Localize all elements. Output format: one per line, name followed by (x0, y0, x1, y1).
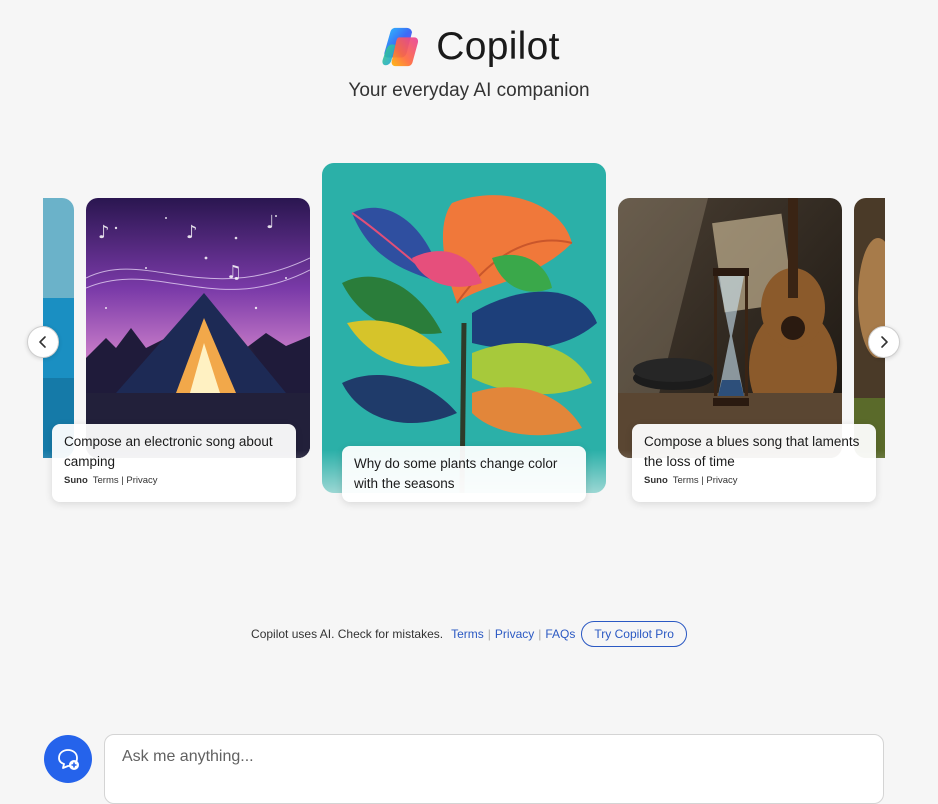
separator: | (538, 627, 542, 641)
caption-prompt-text: Compose a blues song that laments the lo… (644, 434, 860, 469)
chevron-right-icon (881, 336, 888, 348)
carousel-next-button[interactable] (868, 326, 900, 358)
new-topic-chat-icon (58, 749, 79, 770)
carousel-card-camping-song[interactable]: ♪ ♫ ♩ ♪ (86, 198, 310, 458)
privacy-link[interactable]: Privacy (126, 475, 157, 486)
svg-text:♪: ♪ (98, 222, 110, 243)
card-caption-blues-song[interactable]: Compose a blues song that laments the lo… (632, 424, 876, 502)
svg-text:♩: ♩ (266, 212, 275, 233)
new-topic-button[interactable] (44, 735, 92, 783)
terms-link[interactable]: Terms (451, 627, 484, 641)
chevron-left-icon (39, 336, 46, 348)
svg-text:♫: ♫ (226, 262, 242, 283)
faqs-link[interactable]: FAQs (545, 627, 575, 641)
caption-prompt-text: Why do some plants change color with the… (354, 456, 558, 491)
terms-link[interactable]: Terms (93, 475, 119, 486)
ask-input[interactable] (120, 747, 864, 767)
app-title: Copilot (436, 25, 560, 68)
card-caption-plants-color[interactable]: Why do some plants change color with the… (342, 446, 586, 502)
separator: | (487, 627, 491, 641)
copilot-logo-icon (382, 27, 419, 67)
footer-disclaimer-bar: Copilot uses AI. Check for mistakes. Ter… (0, 621, 938, 647)
card-caption-camping-song[interactable]: Compose an electronic song about camping… (52, 424, 296, 502)
header: Copilot Your everyday AI companion (0, 20, 938, 102)
hourglass-guitar-image (618, 198, 842, 458)
caption-meta: Suno Terms | Privacy (644, 475, 738, 486)
provider-name: Suno (644, 475, 668, 486)
try-copilot-pro-button[interactable]: Try Copilot Pro (581, 621, 687, 647)
svg-text:♪: ♪ (186, 222, 198, 243)
tent-starry-sky-image: ♪ ♫ ♩ ♪ (86, 198, 310, 458)
brand: Copilot (0, 20, 938, 74)
prompt-carousel: ♪ ♫ ♩ ♪ Compose an electronic song about… (43, 160, 885, 520)
carousel-card-plants-color[interactable] (322, 163, 606, 493)
provider-name: Suno (64, 475, 88, 486)
privacy-link[interactable]: Privacy (706, 475, 737, 486)
carousel-prev-button[interactable] (27, 326, 59, 358)
terms-link[interactable]: Terms (673, 475, 699, 486)
ai-disclaimer: Copilot uses AI. Check for mistakes. (251, 627, 444, 641)
plant-painting-image (322, 163, 606, 493)
caption-meta: Suno Terms | Privacy (64, 475, 158, 486)
chat-input-box[interactable] (104, 734, 884, 804)
privacy-link[interactable]: Privacy (495, 627, 534, 641)
carousel-card-blues-song[interactable] (618, 198, 842, 458)
app-subtitle: Your everyday AI companion (348, 80, 590, 101)
caption-prompt-text: Compose an electronic song about camping (64, 434, 273, 469)
